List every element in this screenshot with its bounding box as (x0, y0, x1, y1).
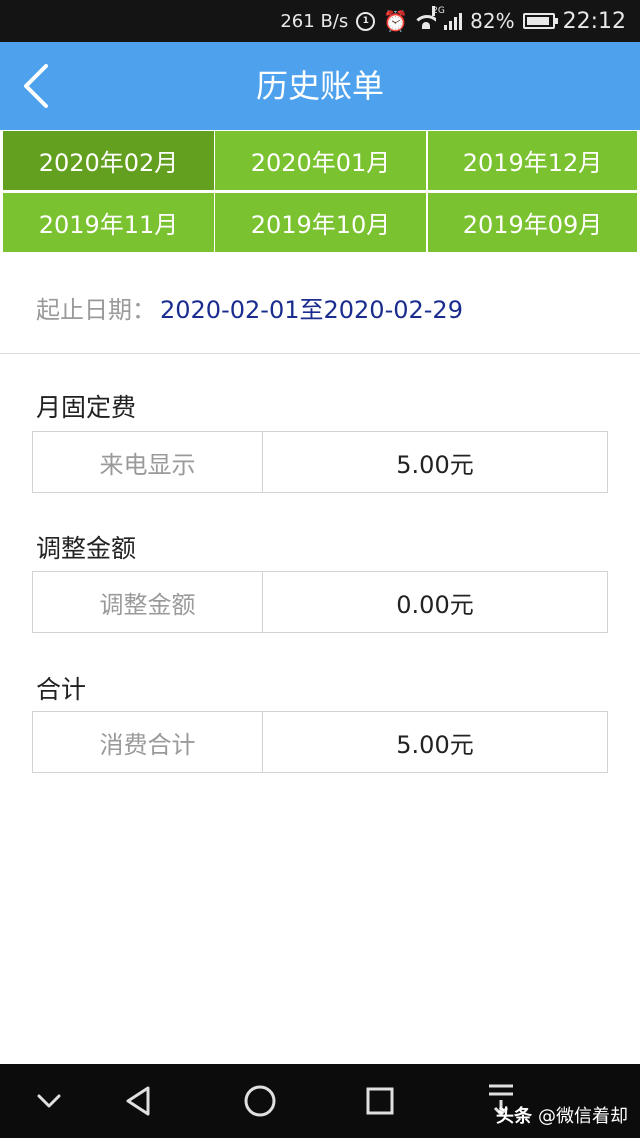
nav-home-button[interactable] (235, 1076, 285, 1126)
network-tag: 2G (432, 6, 445, 16)
chevron-down-icon (37, 1094, 61, 1108)
section-title-adjustment: 调整金额 (36, 534, 137, 563)
month-tab[interactable]: 2020年02月 (3, 131, 214, 190)
signal-icon: 2G (432, 6, 463, 30)
alarm-icon: ⏰ (383, 9, 409, 33)
watermark: 头条 @微信着却 (496, 1100, 628, 1130)
battery-percent: 82% (470, 9, 515, 33)
fee-row-adjustment: 调整金额 0.00元 (32, 571, 608, 633)
section-title-fixed-fee: 月固定费 (36, 393, 137, 422)
recents-square-icon (366, 1087, 394, 1115)
network-speed: 261 B/s (280, 10, 349, 32)
section-title-total: 合计 (36, 675, 87, 704)
home-circle-icon (244, 1085, 276, 1117)
fee-row-total: 消费合计 5.00元 (32, 711, 608, 773)
fee-item-value: 5.00元 (396, 450, 474, 479)
date-separator: 至 (299, 296, 324, 324)
fee-item-name: 来电显示 (33, 432, 263, 492)
month-tab[interactable]: 2019年10月 (215, 193, 426, 252)
fee-item-value: 0.00元 (396, 590, 474, 619)
start-date: 2020-02-01 (160, 296, 300, 324)
fee-item-value: 5.00元 (396, 730, 474, 759)
data-saver-icon: 1 (356, 11, 376, 31)
fee-row-fixed-fee: 来电显示 5.00元 (32, 431, 608, 493)
end-date: 2020-02-29 (323, 296, 463, 324)
date-range-value: 2020-02-01至2020-02-29 (160, 290, 463, 325)
status-bar: 261 B/s 1 ⏰ 2G 82% 22:12 (0, 0, 640, 42)
page-title: 历史账单 (255, 67, 384, 105)
watermark-logo: 头条 (496, 1106, 532, 1127)
fee-item-name: 调整金额 (33, 572, 263, 632)
month-selector: 2020年02月 2020年01月 2019年12月 2019年11月 2019… (0, 130, 640, 254)
month-tab[interactable]: 2019年12月 (428, 131, 637, 190)
nav-back-button[interactable] (114, 1076, 164, 1126)
date-range-label: 起止日期： (36, 296, 156, 324)
month-tab[interactable]: 2019年09月 (428, 193, 637, 252)
clock: 22:12 (562, 8, 626, 34)
fee-item-name: 消费合计 (33, 712, 263, 772)
month-tab[interactable]: 2019年11月 (3, 193, 214, 252)
month-tab[interactable]: 2020年01月 (215, 131, 426, 190)
nav-recents-button[interactable] (355, 1076, 405, 1126)
watermark-text: @微信着却 (538, 1106, 628, 1127)
date-range-row: 起止日期： 2020-02-01至2020-02-29 (0, 254, 640, 354)
back-triangle-icon (126, 1086, 150, 1116)
battery-icon (522, 13, 558, 29)
title-bar: 历史账单 (0, 42, 640, 130)
hide-nav-button[interactable] (24, 1076, 74, 1126)
status-icons: 261 B/s 1 ⏰ 2G 82% 22:12 (280, 6, 626, 36)
